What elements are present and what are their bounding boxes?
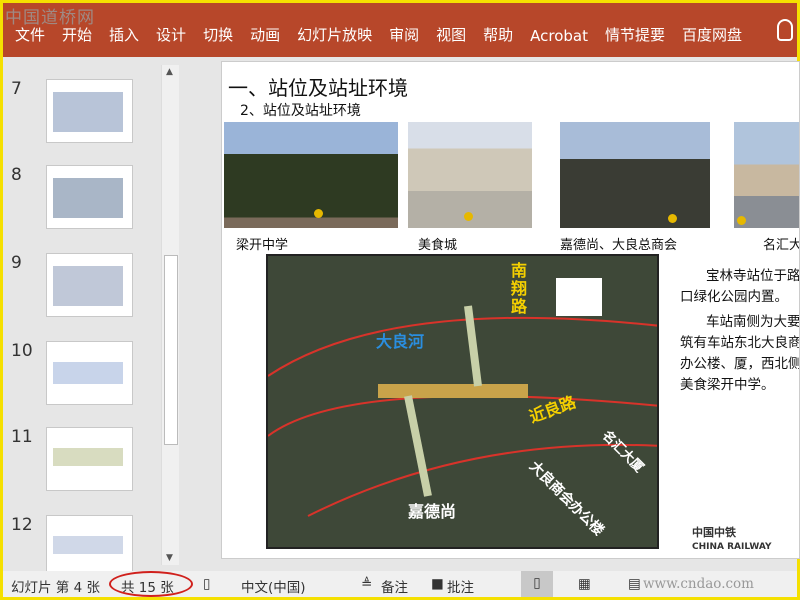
comment-icon[interactable]: ■ — [431, 576, 444, 592]
tab-baidu[interactable]: 百度网盘 — [682, 24, 742, 45]
marker-dot — [314, 209, 323, 218]
thumb-number: 9 — [11, 253, 22, 273]
scrollbar-thumb[interactable] — [164, 255, 178, 445]
tab-view[interactable]: 视图 — [436, 24, 466, 45]
thumbnail-item[interactable]: 8 — [3, 165, 163, 235]
caption: 嘉德尚、大良总商会 — [560, 238, 678, 253]
logo-text: 中国中铁 — [692, 526, 736, 539]
slide-title: 一、站位及站址环境 — [228, 76, 408, 100]
slide-subtitle: 2、站位及站址环境 — [240, 103, 361, 119]
slide-thumbnail[interactable] — [46, 165, 133, 229]
slide-position: 幻灯片 第 4 张 — [11, 580, 100, 596]
accessibility-icon[interactable]: ▯ — [203, 576, 210, 592]
slide-thumbnail[interactable] — [46, 515, 133, 571]
tab-review[interactable]: 审阅 — [389, 24, 419, 45]
thumbnail-item[interactable]: 11 — [3, 427, 163, 497]
slide-thumbnail[interactable] — [46, 79, 133, 143]
slide-canvas[interactable]: 一、站位及站址环境 2、站位及站址环境 梁开中学 美食城 嘉德尚、大良总商会 名… — [221, 61, 800, 559]
thumb-number: 11 — [11, 427, 33, 447]
paragraph: 车站南侧为大要建筑有车站东北大良商会办公楼、厦，西北侧为美食梁开中学。 — [680, 314, 800, 393]
map-label-river: 大良河 — [376, 332, 425, 351]
slide-thumbnail[interactable] — [46, 253, 133, 317]
notes-icon[interactable]: ≜ — [361, 576, 372, 592]
station-logo-icon — [556, 278, 602, 316]
watermark: 中国道桥网 — [5, 8, 95, 28]
photo-jiadeshang — [560, 122, 710, 228]
scroll-up-icon[interactable]: ▲ — [166, 67, 173, 77]
description-text: 宝林寺站位于路路口绿化公园内置。 车站南侧为大要建筑有车站东北大良商会办公楼、厦… — [680, 266, 800, 400]
thumbnail-item[interactable]: 10 — [3, 341, 163, 411]
site-map: 南 翔 路 大良河 近良路 嘉德尚 大良商会办公楼 名汇大厦 — [266, 254, 659, 549]
logo-subtext: CHINA RAILWAY — [692, 542, 772, 552]
tab-storyboard[interactable]: 情节提要 — [605, 24, 665, 45]
language-button[interactable]: 中文(中国) — [241, 576, 306, 596]
thumbnail-scrollbar[interactable]: ▲ ▼ — [161, 65, 179, 565]
tab-insert[interactable]: 插入 — [109, 24, 139, 45]
thumb-number: 12 — [11, 515, 33, 535]
thumbnail-item[interactable]: 9 — [3, 253, 163, 323]
thumb-number: 10 — [11, 341, 33, 361]
marker-dot — [464, 212, 473, 221]
photo-liangkai-school — [224, 122, 398, 228]
thumb-number: 8 — [11, 165, 22, 185]
caption: 名汇大 — [763, 238, 800, 253]
lightbulb-icon[interactable] — [777, 19, 793, 41]
slide-sorter-button[interactable]: ▦ — [578, 576, 591, 592]
slide-thumbnail[interactable] — [46, 341, 133, 405]
marker-dot — [668, 214, 677, 223]
thumbnail-item[interactable]: 12 — [3, 515, 163, 571]
caption: 美食城 — [418, 238, 458, 253]
tab-animations[interactable]: 动画 — [250, 24, 280, 45]
thumb-number: 7 — [11, 79, 22, 99]
company-logo: 中国中铁 CHINA RAILWAY — [692, 526, 772, 553]
tab-help[interactable]: 帮助 — [483, 24, 513, 45]
paragraph: 宝林寺站位于路路口绿化公园内置。 — [680, 268, 800, 305]
thumbnail-item[interactable]: 7 — [3, 79, 163, 149]
tab-transitions[interactable]: 切换 — [203, 24, 233, 45]
reading-view-button[interactable]: ▤ — [628, 576, 641, 592]
thumbnail-pane: 7 8 9 10 11 12 ▲ ▼ — [3, 57, 185, 571]
caption: 梁开中学 — [236, 238, 289, 253]
map-label-building: 嘉德尚 — [408, 502, 457, 521]
status-bar: 幻灯片 第 4 张 共 15 张 ▯ 中文(中国) ≜ 备注 ■ 批注 ▯ ▦ … — [3, 571, 797, 597]
slide-thumbnail[interactable] — [46, 427, 133, 491]
comments-button[interactable]: 批注 — [447, 576, 474, 596]
photo-minghui — [734, 122, 799, 228]
tab-slideshow[interactable]: 幻灯片放映 — [297, 24, 372, 45]
marker-dot — [737, 216, 746, 225]
tab-design[interactable]: 设计 — [156, 24, 186, 45]
highlight-circle — [109, 571, 193, 597]
normal-view-button[interactable]: ▯ — [521, 571, 553, 597]
map-label-road: 南 翔 路 — [511, 261, 528, 316]
tab-acrobat[interactable]: Acrobat — [530, 27, 588, 45]
scroll-down-icon[interactable]: ▼ — [166, 553, 173, 563]
watermark: www.cndao.com — [643, 576, 754, 592]
ribbon-tabs: 文件 开始 插入 设计 切换 动画 幻灯片放映 审阅 视图 帮助 Acrobat… — [3, 3, 797, 57]
notes-button[interactable]: 备注 — [381, 576, 408, 596]
